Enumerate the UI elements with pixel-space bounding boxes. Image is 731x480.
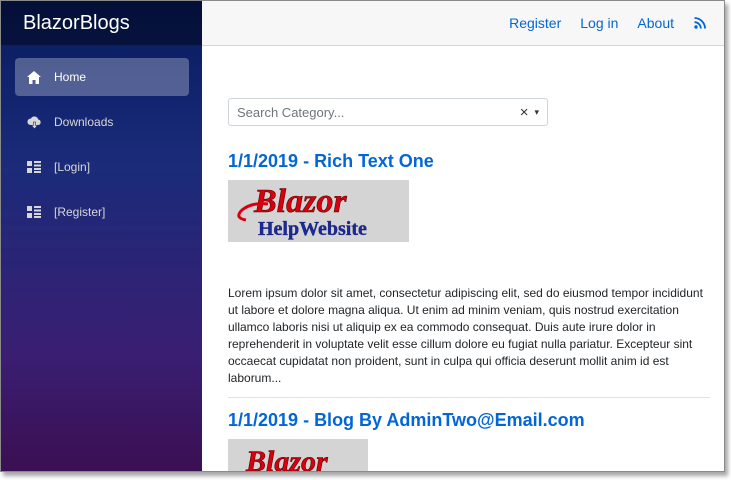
app-window: BlazorBlogs Home Downloads [Login] [Regi… (0, 0, 725, 472)
chevron-down-icon[interactable]: ▾ (534, 107, 539, 118)
blog-post: 1/1/2019 - Rich Text One Blazor HelpWebs… (228, 151, 710, 398)
clear-icon[interactable]: × (520, 104, 529, 121)
top-nav-bar: Register Log in About (202, 1, 724, 46)
sidebar-item-label: [Login] (54, 160, 91, 174)
category-search[interactable]: × ▾ (228, 98, 548, 126)
logo-text-helpwebsite: HelpWebsite (258, 218, 367, 240)
login-link[interactable]: Log in (580, 15, 618, 31)
list-icon (26, 204, 42, 220)
sidebar-item-label: Downloads (54, 115, 114, 129)
register-link[interactable]: Register (509, 15, 561, 31)
post-title-link[interactable]: 1/1/2019 - Blog By AdminTwo@Email.com (228, 410, 707, 431)
about-link[interactable]: About (637, 15, 674, 31)
blog-post: 1/1/2019 - Blog By AdminTwo@Email.com Bl… (228, 410, 707, 472)
sidebar-item-label: Home (54, 70, 87, 84)
logo-text-blazor: Blazor (245, 445, 328, 472)
rss-icon[interactable] (694, 17, 706, 29)
post-excerpt: Lorem ipsum dolor sit amet, consectetur … (228, 286, 703, 385)
blazor-help-website-logo: Blazor HelpWebsite (228, 180, 409, 242)
sidebar-item-login[interactable]: [Login] (15, 148, 189, 186)
list-icon (26, 159, 42, 175)
sidebar-item-home[interactable]: Home (15, 58, 189, 96)
brand-title[interactable]: BlazorBlogs (1, 1, 202, 45)
main-content: × ▾ 1/1/2019 - Rich Text One Blazor Help… (202, 46, 724, 471)
post-divider (228, 397, 710, 398)
sidebar: BlazorBlogs Home Downloads [Login] [Regi… (1, 1, 202, 471)
sidebar-item-register[interactable]: [Register] (15, 193, 189, 231)
sidebar-item-label: [Register] (54, 205, 106, 219)
search-input[interactable] (237, 104, 520, 120)
logo-text-blazor: Blazor (253, 183, 347, 220)
home-icon (26, 69, 42, 85)
cloud-download-icon (26, 114, 42, 130)
sidebar-item-downloads[interactable]: Downloads (15, 103, 189, 141)
blazor-help-website-logo: Blazor (228, 439, 368, 472)
sidebar-nav: Home Downloads [Login] [Register] (1, 45, 202, 231)
post-title-link[interactable]: 1/1/2019 - Rich Text One (228, 151, 707, 172)
